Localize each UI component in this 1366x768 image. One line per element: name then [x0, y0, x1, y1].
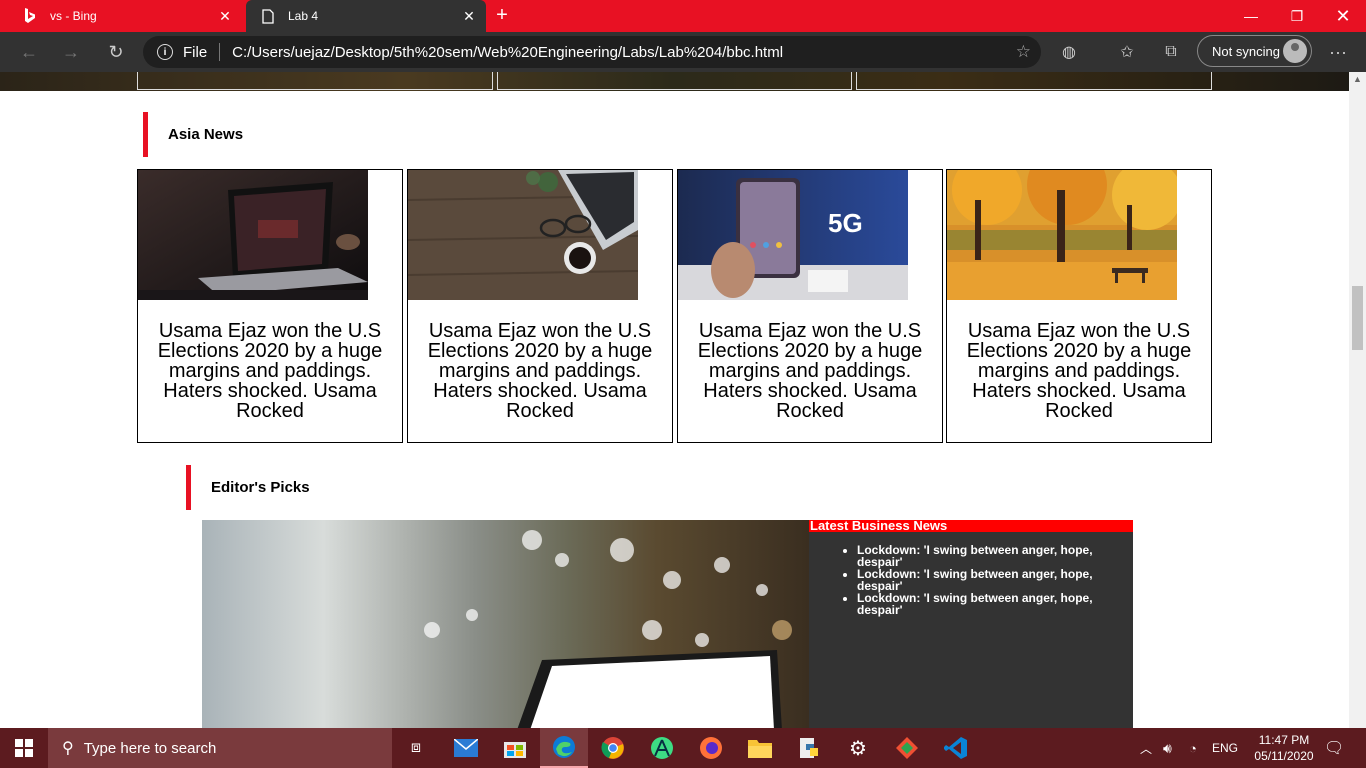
new-tab-button[interactable]: +	[490, 4, 514, 28]
show-hidden-icons[interactable]: ︿	[1140, 728, 1152, 768]
chrome-icon[interactable]	[589, 728, 637, 768]
search-placeholder: Type here to search	[83, 739, 217, 757]
editors-picks-heading: Editor's Picks	[186, 465, 310, 510]
tab-strip: vs - Bing ✕ Lab 4 ✕ + — ❐ ✕	[0, 0, 1366, 32]
news-caption[interactable]: Usama Ejaz won the U.S Elections 2020 by…	[955, 321, 1203, 421]
scrollbar-thumb[interactable]	[1352, 286, 1363, 350]
url-separator	[219, 43, 221, 61]
task-view-icon[interactable]: ⧈	[392, 728, 440, 768]
news-caption[interactable]: Usama Ejaz won the U.S Elections 2020 by…	[146, 321, 394, 421]
volume-icon[interactable]: 🔊︎	[1163, 728, 1172, 768]
list-item[interactable]: Lockdown: 'I swing between anger, hope, …	[857, 568, 1093, 592]
settings-gear-icon[interactable]: ⚙	[834, 728, 882, 768]
store-icon[interactable]	[491, 728, 539, 768]
previous-card[interactable]	[497, 72, 852, 90]
list-item[interactable]: Lockdown: 'I swing between anger, hope, …	[857, 544, 1093, 568]
url-text[interactable]: C:/Users/uejaz/Desktop/5th%20sem/Web%20E…	[232, 44, 1016, 61]
section-accent-bar	[186, 465, 191, 510]
url-scheme: File	[183, 43, 208, 61]
news-card[interactable]: Usama Ejaz won the U.S Elections 2020 by…	[137, 169, 403, 443]
bing-icon	[22, 8, 38, 24]
android-studio-icon[interactable]	[638, 728, 686, 768]
section-title: Editor's Picks	[211, 479, 310, 496]
list-item[interactable]: Lockdown: 'I swing between anger, hope, …	[857, 592, 1093, 616]
firefox-icon[interactable]	[687, 728, 735, 768]
news-image-laptop[interactable]	[138, 170, 368, 300]
tab-title: Lab 4	[288, 9, 319, 23]
refresh-icon[interactable]: ↻	[101, 38, 131, 66]
python-idle-icon[interactable]	[785, 728, 833, 768]
latest-news-list: Lockdown: 'I swing between anger, hope, …	[857, 544, 1093, 616]
favorite-star-icon[interactable]: ☆	[1016, 42, 1031, 62]
asia-news-heading: Asia News	[143, 112, 243, 157]
news-image-autumn[interactable]	[947, 170, 1177, 300]
news-caption[interactable]: Usama Ejaz won the U.S Elections 2020 by…	[416, 321, 664, 421]
news-caption[interactable]: Usama Ejaz won the U.S Elections 2020 by…	[686, 321, 934, 421]
editors-pick-image[interactable]	[202, 520, 809, 728]
edge-icon[interactable]	[540, 728, 588, 768]
sync-label: Not syncing	[1212, 43, 1280, 59]
previous-card[interactable]	[137, 72, 493, 90]
section-accent-bar	[143, 112, 148, 157]
forward-icon[interactable]: →	[56, 38, 86, 66]
vscode-icon[interactable]	[932, 728, 980, 768]
info-icon[interactable]: i	[157, 44, 173, 60]
news-card[interactable]: 5G Usama Ejaz won the U.S Elections 2020…	[677, 169, 943, 443]
news-card[interactable]: Usama Ejaz won the U.S Elections 2020 by…	[946, 169, 1212, 443]
language-indicator[interactable]: ENG	[1212, 728, 1238, 768]
search-icon: ⚲	[62, 740, 74, 757]
latest-header: Latest Business News	[809, 519, 1133, 532]
git-gui-icon[interactable]	[883, 728, 931, 768]
taskbar: ⚲ Type here to search ⧈ ⚙ ︿ 🔊︎ ◔ ENG 11:…	[0, 728, 1366, 768]
wifi-icon[interactable]: ◔	[1189, 728, 1197, 768]
previous-card[interactable]	[856, 72, 1212, 90]
svg-text:5G: 5G	[828, 208, 863, 238]
clock-date: 05/11/2020	[1254, 749, 1314, 763]
latest-business-news-panel: Latest Business News Lockdown: 'I swing …	[809, 519, 1133, 728]
avatar	[1283, 39, 1307, 63]
windows-start-icon[interactable]	[0, 728, 48, 768]
page-icon	[260, 8, 276, 24]
previous-section-images	[0, 72, 1349, 91]
collections-icon[interactable]: ⧉	[1156, 38, 1186, 66]
close-tab-icon[interactable]: ✕	[214, 8, 236, 25]
section-title: Asia News	[168, 126, 244, 143]
browser-toolbar: ← → ↻ i File C:/Users/uejaz/Desktop/5th%…	[0, 32, 1366, 72]
minimize-icon[interactable]: —	[1228, 0, 1274, 32]
close-window-icon[interactable]: ✕	[1320, 0, 1366, 32]
tab-lab4[interactable]: Lab 4 ✕	[246, 0, 486, 32]
file-explorer-icon[interactable]	[736, 728, 784, 768]
notifications-icon[interactable]: 🗨︎	[1324, 728, 1344, 768]
vertical-scrollbar[interactable]: ▲	[1349, 72, 1366, 728]
tab-title: vs - Bing	[50, 9, 97, 23]
clock[interactable]: 11:47 PM 05/11/2020	[1246, 732, 1322, 764]
back-icon[interactable]: ←	[14, 38, 44, 66]
scroll-up-icon[interactable]: ▲	[1353, 74, 1362, 84]
restore-icon[interactable]: ❐	[1274, 0, 1320, 32]
mail-icon[interactable]	[442, 728, 490, 768]
news-image-desk[interactable]	[408, 170, 638, 300]
favorites-icon[interactable]: ✩	[1112, 38, 1142, 66]
page-viewport: Asia News Usama Ejaz won the U.S Electio…	[0, 72, 1349, 728]
tab-bing[interactable]: vs - Bing ✕	[8, 0, 242, 32]
news-card[interactable]: Usama Ejaz won the U.S Elections 2020 by…	[407, 169, 673, 443]
news-image-phone[interactable]: 5G	[678, 170, 908, 300]
translate-globe-icon[interactable]: ◍	[1054, 38, 1084, 66]
profile-sync-button[interactable]: Not syncing	[1197, 35, 1312, 67]
clock-time: 11:47 PM	[1258, 733, 1310, 747]
address-bar[interactable]: i File C:/Users/uejaz/Desktop/5th%20sem/…	[143, 36, 1041, 68]
close-tab-icon[interactable]: ✕	[458, 8, 480, 25]
more-menu-icon[interactable]: ···	[1323, 38, 1353, 66]
taskbar-search-box[interactable]: ⚲ Type here to search	[48, 728, 392, 768]
